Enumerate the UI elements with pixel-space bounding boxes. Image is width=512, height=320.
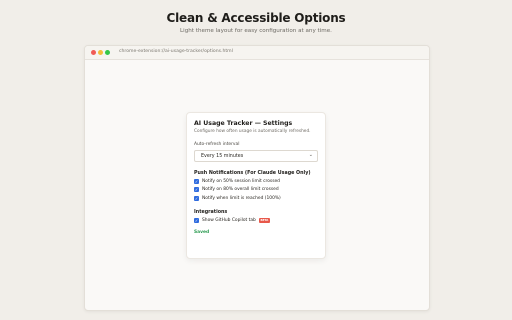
notify-80-overall-label: Notify on 80% overall limit crossed	[202, 187, 279, 193]
copilot-tab-label: Show GitHub Copilot tab	[202, 217, 256, 223]
push-notifications-title: Push Notifications (For Claude Usage Onl…	[194, 171, 311, 176]
hero-subtitle: Light theme layout for easy configuratio…	[180, 28, 332, 34]
chevron-down-icon: ⌄	[308, 152, 313, 158]
refresh-interval-select[interactable]: Every 15 minutes ⌄	[194, 150, 318, 162]
notify-50-session-checkbox[interactable]: ✓	[194, 179, 199, 185]
notify-limit-reached-label: Notify when limit is reached (100%)	[202, 195, 281, 201]
checkmark-icon: ✓	[194, 217, 199, 223]
notify-50-session-row[interactable]: ✓ Notify on 50% session limit crossed	[194, 179, 318, 185]
settings-card: AI Usage Tracker — Settings Configure ho…	[186, 112, 326, 259]
copilot-tab-row[interactable]: ✓ Show GitHub Copilot tab BETA	[194, 217, 318, 223]
notify-50-session-label: Notify on 50% session limit crossed	[202, 179, 280, 185]
settings-title: AI Usage Tracker — Settings	[194, 120, 293, 127]
checkmark-icon: ✓	[194, 195, 199, 201]
notify-limit-reached-checkbox[interactable]: ✓	[194, 195, 199, 201]
beta-badge: BETA	[258, 217, 270, 223]
maximize-window-button[interactable]	[105, 50, 110, 55]
saved-status: Saved	[194, 229, 210, 235]
address-bar[interactable]: chrome-extension://ai-usage-tracker/opti…	[119, 49, 233, 54]
notify-80-overall-row[interactable]: ✓ Notify on 80% overall limit crossed	[194, 187, 318, 193]
integrations-title: Integrations	[194, 209, 228, 215]
browser-window: chrome-extension://ai-usage-tracker/opti…	[84, 45, 430, 311]
checkmark-icon: ✓	[194, 179, 199, 185]
minimize-window-button[interactable]	[98, 50, 103, 55]
notify-80-overall-checkbox[interactable]: ✓	[194, 187, 199, 193]
hero-title: Clean & Accessible Options	[166, 11, 346, 25]
settings-description: Configure how often usage is automatical…	[194, 129, 311, 134]
notify-limit-reached-row[interactable]: ✓ Notify when limit is reached (100%)	[194, 195, 318, 201]
refresh-interval-label: Auto-refresh interval	[194, 142, 240, 147]
copilot-tab-checkbox[interactable]: ✓	[194, 217, 199, 223]
browser-toolbar: chrome-extension://ai-usage-tracker/opti…	[85, 46, 429, 60]
checkmark-icon: ✓	[194, 187, 199, 193]
close-window-button[interactable]	[91, 50, 96, 55]
refresh-interval-value: Every 15 minutes	[201, 154, 244, 159]
